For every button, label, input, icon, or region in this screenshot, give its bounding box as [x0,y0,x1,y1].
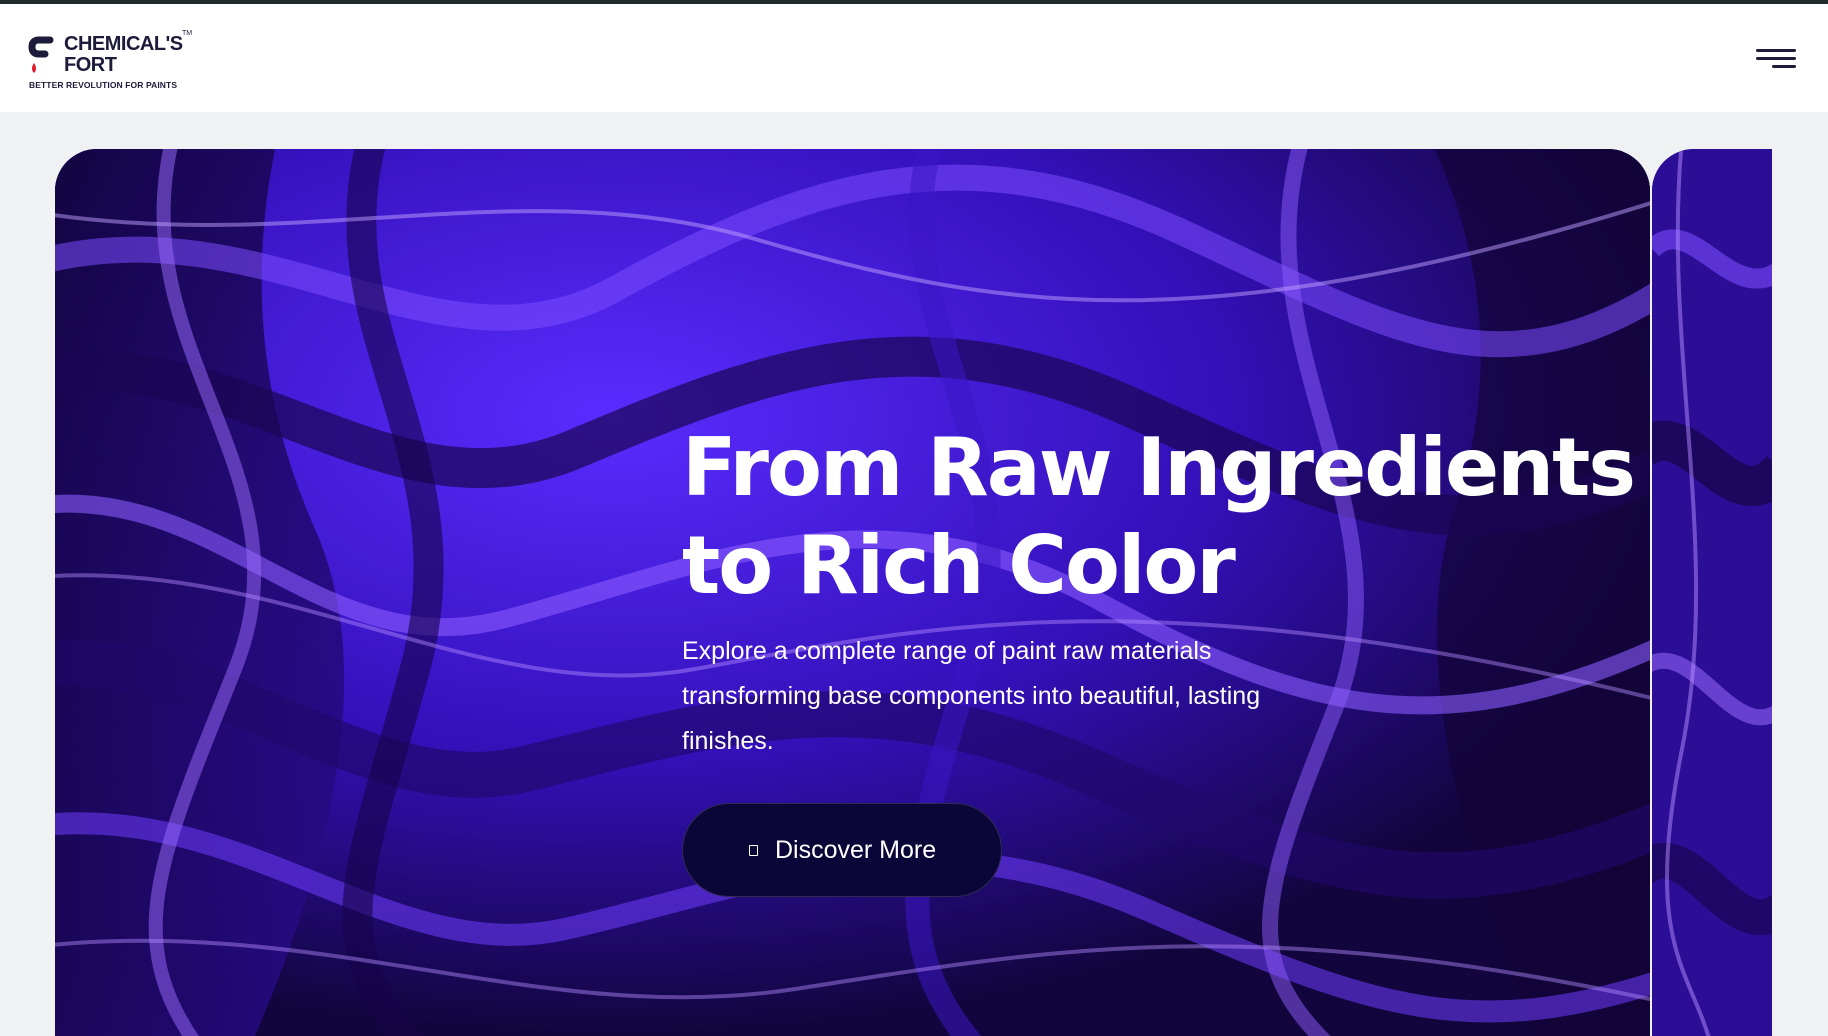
hero-title-line-1: From Raw Ingredients [682,421,1636,514]
site-header: CHEMICAL'S FORT TM BETTER REVOLUTION FOR… [0,4,1828,112]
hamburger-menu-icon-line [1756,57,1796,60]
next-slide-background-image [1652,149,1772,1036]
hamburger-menu-icon [1756,49,1796,52]
hero-description: Explore a complete range of paint raw ma… [682,637,1261,755]
menu-button[interactable] [1750,44,1796,74]
site-logo[interactable]: CHEMICAL'S FORT TM BETTER REVOLUTION FOR… [28,28,218,94]
logo-trademark: TM [182,30,193,37]
discover-more-button[interactable]: Discover More [682,803,1002,897]
logo-mark-icon [28,36,54,73]
hero-slide: From Raw Ingredients to Rich Color Explo… [55,149,1650,1036]
square-icon [749,845,758,856]
page-gutter [1772,149,1828,1036]
logo-wordmark: CHEMICAL'S FORT [64,33,183,76]
next-hero-slide-preview[interactable] [1652,149,1772,1036]
hamburger-menu-icon-line [1772,65,1796,68]
hero-title-line-2: to Rich Color [682,519,1236,612]
logo-tagline: BETTER REVOLUTION FOR PAINTS [29,80,178,90]
hero-title: From Raw Ingredients to Rich Color [682,419,1636,615]
discover-more-label: Discover More [775,836,937,864]
